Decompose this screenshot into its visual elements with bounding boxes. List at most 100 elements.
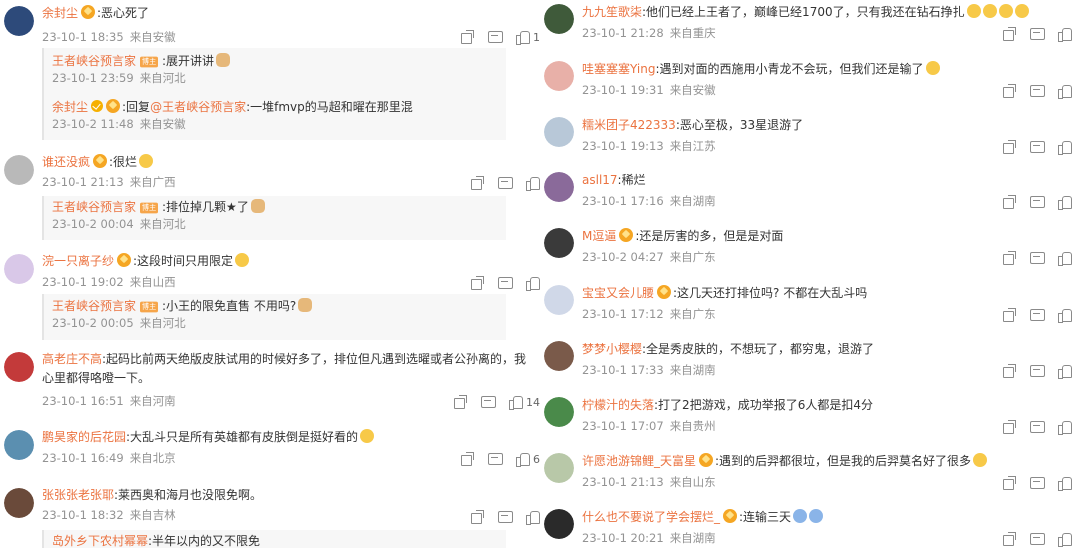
username-link[interactable]: 糯米团子422333 (582, 118, 676, 132)
user-avatar[interactable] (4, 155, 34, 185)
like-button[interactable] (526, 510, 540, 525)
like-button[interactable]: 1 (516, 30, 540, 45)
comment-icon[interactable] (1030, 251, 1045, 265)
username-link[interactable]: 梦梦小樱樱 (582, 342, 642, 356)
like-button[interactable] (1058, 84, 1072, 99)
like-icon[interactable] (516, 30, 530, 45)
user-avatar[interactable] (544, 509, 574, 539)
username-link[interactable]: 余封尘 (42, 6, 78, 20)
like-button[interactable] (1058, 476, 1072, 491)
like-button[interactable] (1058, 364, 1072, 379)
share-icon[interactable] (1002, 251, 1016, 265)
like-icon[interactable] (1058, 84, 1072, 99)
username-link[interactable]: 哇塞塞塞Ying (582, 62, 655, 76)
like-button[interactable]: 14 (509, 395, 540, 410)
username-link[interactable]: 张张张老张耶 (42, 488, 114, 502)
share-icon[interactable] (470, 176, 484, 190)
share-icon[interactable] (1002, 84, 1016, 98)
share-icon[interactable] (1002, 140, 1016, 154)
share-icon[interactable] (460, 452, 474, 466)
share-icon[interactable] (460, 30, 474, 44)
like-button[interactable] (1058, 532, 1072, 547)
share-icon[interactable] (1002, 27, 1016, 41)
like-button[interactable] (1058, 308, 1072, 323)
username-link[interactable]: 浣一只离子纱 (42, 254, 114, 268)
like-icon[interactable] (509, 395, 523, 410)
like-icon[interactable] (1058, 420, 1072, 435)
user-avatar[interactable] (544, 228, 574, 258)
like-button[interactable] (526, 276, 540, 291)
like-button[interactable] (1058, 27, 1072, 42)
comment-icon[interactable] (1030, 195, 1045, 209)
like-icon[interactable] (1058, 140, 1072, 155)
username-link[interactable]: 九九笙歌柒 (582, 5, 642, 19)
username-link[interactable]: asll17 (582, 173, 618, 187)
username-link[interactable]: 岛外乡下农村幂幂 (52, 534, 148, 548)
comment-icon[interactable] (1030, 364, 1045, 378)
like-icon[interactable] (526, 276, 540, 291)
like-icon[interactable] (1058, 364, 1072, 379)
like-button[interactable] (1058, 195, 1072, 210)
user-avatar[interactable] (4, 352, 34, 382)
like-button[interactable] (1058, 251, 1072, 266)
username-link[interactable]: 余封尘 (52, 100, 88, 114)
username-link[interactable]: 高老庄不高 (42, 352, 102, 366)
comment-icon[interactable] (498, 276, 513, 290)
share-icon[interactable] (1002, 420, 1016, 434)
share-icon[interactable] (1002, 308, 1016, 322)
user-avatar[interactable] (544, 117, 574, 147)
like-button[interactable]: 6 (516, 452, 540, 467)
share-icon[interactable] (470, 276, 484, 290)
like-button[interactable] (526, 176, 540, 191)
username-link[interactable]: 许愿池游锦鲤_天富星 (582, 454, 696, 468)
comment-icon[interactable] (488, 30, 503, 44)
like-icon[interactable] (516, 452, 530, 467)
comment-icon[interactable] (481, 395, 496, 409)
share-icon[interactable] (1002, 364, 1016, 378)
user-avatar[interactable] (544, 341, 574, 371)
share-icon[interactable] (1002, 195, 1016, 209)
like-button[interactable] (1058, 140, 1072, 155)
user-avatar[interactable] (544, 285, 574, 315)
user-avatar[interactable] (4, 430, 34, 460)
share-icon[interactable] (470, 510, 484, 524)
username-link[interactable]: 什么也不要说了学会摆烂_ (582, 510, 720, 524)
comment-icon[interactable] (1030, 476, 1045, 490)
username-link[interactable]: 王者峡谷预言家 (52, 299, 136, 313)
username-link[interactable]: 鹏昊家的后花园 (42, 430, 126, 444)
like-icon[interactable] (1058, 308, 1072, 323)
username-link[interactable]: 宝宝又会儿腰 (582, 286, 654, 300)
like-icon[interactable] (1058, 476, 1072, 491)
like-icon[interactable] (1058, 532, 1072, 547)
username-link[interactable]: 柠檬汁的失落 (582, 398, 654, 412)
like-button[interactable] (1058, 420, 1072, 435)
user-avatar[interactable] (544, 453, 574, 483)
user-avatar[interactable] (544, 397, 574, 427)
user-avatar[interactable] (544, 172, 574, 202)
comment-icon[interactable] (498, 510, 513, 524)
mention-link[interactable]: @王者峡谷预言家 (150, 100, 246, 114)
user-avatar[interactable] (544, 4, 574, 34)
user-avatar[interactable] (4, 6, 34, 36)
like-icon[interactable] (1058, 251, 1072, 266)
comment-icon[interactable] (1030, 532, 1045, 546)
username-link[interactable]: 谁还没疯 (42, 155, 90, 169)
share-icon[interactable] (1002, 476, 1016, 490)
share-icon[interactable] (453, 395, 467, 409)
comment-icon[interactable] (1030, 420, 1045, 434)
like-icon[interactable] (526, 510, 540, 525)
share-icon[interactable] (1002, 532, 1016, 546)
username-link[interactable]: M逗逼 (582, 229, 616, 243)
comment-icon[interactable] (498, 176, 513, 190)
like-icon[interactable] (526, 176, 540, 191)
like-icon[interactable] (1058, 195, 1072, 210)
comment-icon[interactable] (1030, 308, 1045, 322)
username-link[interactable]: 王者峡谷预言家 (52, 54, 136, 68)
user-avatar[interactable] (4, 254, 34, 284)
user-avatar[interactable] (544, 61, 574, 91)
comment-icon[interactable] (488, 452, 503, 466)
user-avatar[interactable] (4, 488, 34, 518)
username-link[interactable]: 王者峡谷预言家 (52, 200, 136, 214)
comment-icon[interactable] (1030, 140, 1045, 154)
comment-icon[interactable] (1030, 27, 1045, 41)
